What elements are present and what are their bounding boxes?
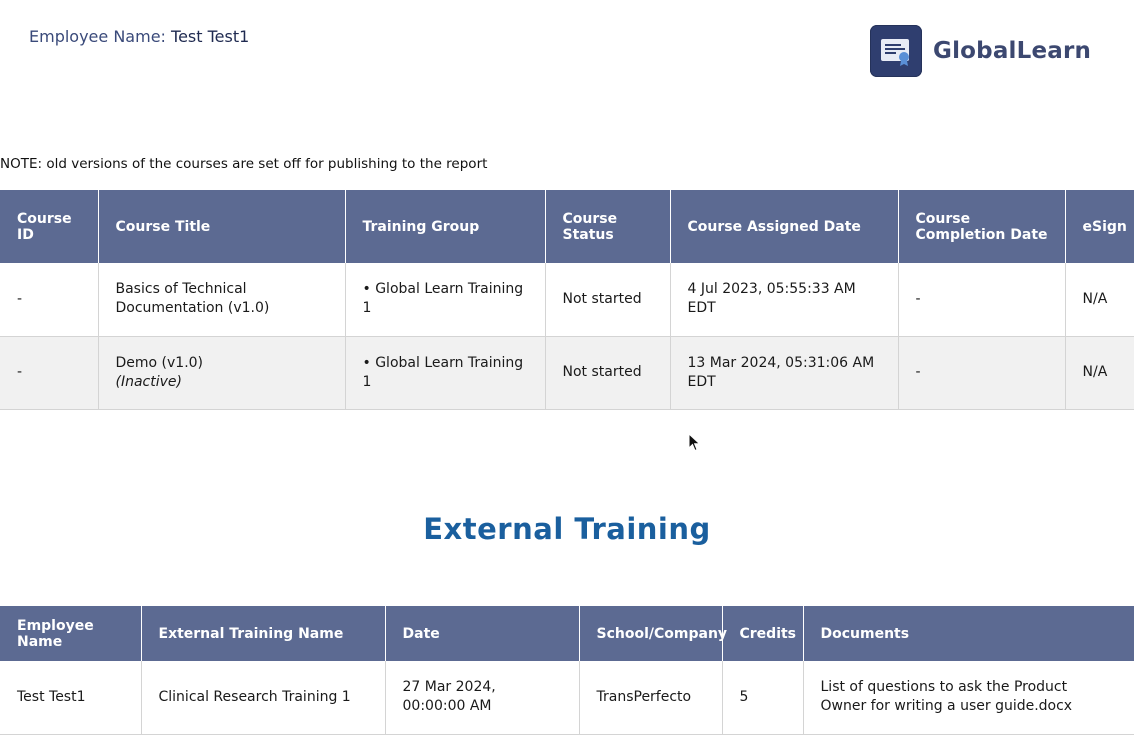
col-course-status: Course Status [545,190,671,263]
table-row: Test Test1 Clinical Research Training 1 … [0,661,1134,735]
col-course-completion-date: Course Completion Date [898,190,1066,263]
col-course-id: Course ID [0,190,99,263]
col-esign: eSign [1065,190,1134,263]
course-table: Course ID Course Title Training Group Co… [0,190,1134,410]
school-company: TransPerfecto [579,661,723,735]
col-school-company: School/Company [579,606,727,661]
col-course-assigned-date: Course Assigned Date [670,190,899,263]
table-row: - Basics of Technical Documentation (v1.… [0,263,1134,337]
course-title: Demo (v1.0) (Inactive) [98,336,346,410]
col-training-group: Training Group [345,190,546,263]
external-employee-name: Test Test1 [0,661,142,735]
certificate-icon [870,25,922,77]
course-inactive-label: (Inactive) [115,373,182,390]
employee-name: Employee Name: Test Test1 [29,27,249,46]
course-status: Not started [545,336,671,410]
publishing-note: NOTE: old versions of the courses are se… [0,156,488,172]
esign-value: N/A [1065,263,1134,337]
employee-name-value: Test Test1 [171,27,250,46]
document-link[interactable]: List of questions to ask the Product Own… [821,679,1073,714]
course-title-text: Demo (v1.0) [115,354,204,371]
documents: List of questions to ask the Product Own… [803,661,1134,735]
col-date: Date [385,606,580,661]
course-id: - [0,336,99,410]
col-employee-name: Employee Name [0,606,142,661]
logo: GlobalLearn [870,25,1091,77]
training-group: • Global Learn Training 1 [345,336,546,410]
table-row: - Demo (v1.0) (Inactive) • Global Learn … [0,336,1134,410]
external-training-date: 27 Mar 2024, 00:00:00 AM [385,661,580,735]
training-group: • Global Learn Training 1 [345,263,546,337]
external-training-name: Clinical Research Training 1 [141,661,386,735]
col-course-title: Course Title [98,190,346,263]
course-title-text: Basics of Technical Documentation (v1.0) [115,281,270,317]
course-assigned-date: 13 Mar 2024, 05:31:06 AM EDT [670,336,899,410]
esign-value: N/A [1065,336,1134,410]
col-documents: Documents [803,606,1134,661]
external-training-title: External Training [423,512,711,546]
course-completion-date: - [898,336,1066,410]
mouse-cursor-icon [688,433,701,452]
course-title: Basics of Technical Documentation (v1.0) [98,263,346,337]
external-table-header: Employee Name External Training Name Dat… [0,606,1134,661]
col-external-training-name: External Training Name [141,606,386,661]
credits: 5 [722,661,804,735]
employee-name-label: Employee Name: [29,27,166,46]
course-completion-date: - [898,263,1066,337]
external-training-table: Employee Name External Training Name Dat… [0,606,1134,735]
course-table-header: Course ID Course Title Training Group Co… [0,190,1134,263]
course-status: Not started [545,263,671,337]
course-assigned-date: 4 Jul 2023, 05:55:33 AM EDT [670,263,899,337]
course-id: - [0,263,99,337]
col-credits: Credits [722,606,804,661]
logo-text: GlobalLearn [933,38,1092,64]
